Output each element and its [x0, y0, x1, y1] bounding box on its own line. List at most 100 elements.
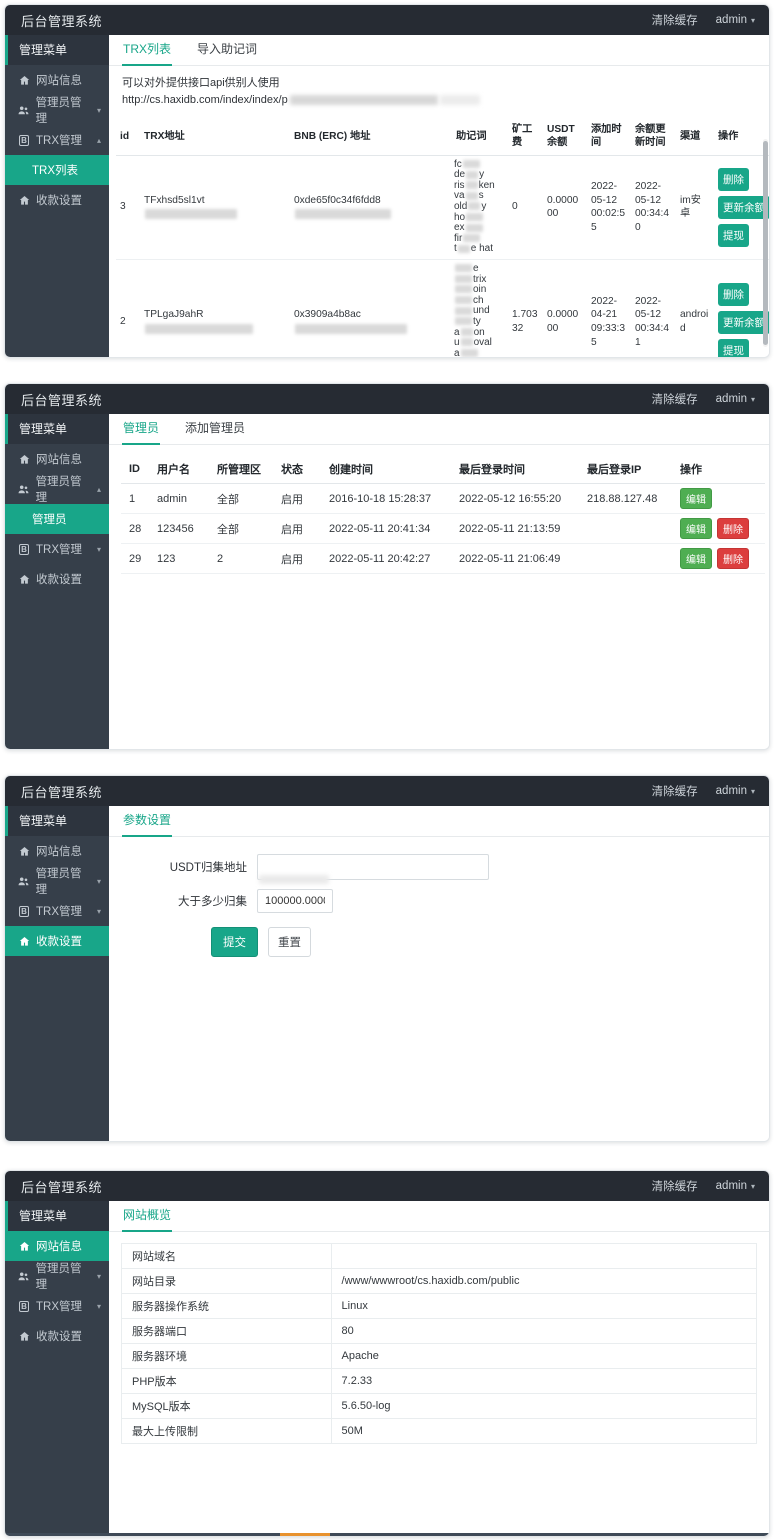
- scrollbar-thumb[interactable]: [763, 141, 768, 345]
- top-bar: 后台管理系统 清除缓存 admin▾: [5, 1171, 769, 1201]
- cell-actions: 编辑删除: [672, 514, 765, 544]
- app-title: 后台管理系统: [21, 1177, 102, 1196]
- sidebar-item-trx-management[interactable]: BTRX管理▾: [5, 896, 109, 926]
- edit-button[interactable]: 编辑: [680, 488, 712, 509]
- home-icon: [18, 454, 30, 465]
- users-icon: [18, 105, 30, 116]
- site-info-row: 服务器端口80: [122, 1319, 757, 1344]
- admin-table-row: 1admin全部启用2016-10-18 15:28:372022-05-12 …: [121, 484, 765, 514]
- sidebar-item-label: 管理员管理: [36, 473, 91, 505]
- screenshot-panel-trx-list: 后台管理系统清除缓存admin▾ 管理菜单网站信息管理员管理▾BTRX管理▴TR…: [4, 4, 770, 358]
- cell-bnb-address: 0x3909a4b8ac: [290, 259, 452, 357]
- caret-icon: ▾: [97, 907, 101, 916]
- tab-add-admin[interactable]: 添加管理员: [184, 414, 246, 445]
- cell-last-login-time: 2022-05-11 21:06:49: [451, 544, 579, 574]
- delete-button[interactable]: 删除: [717, 548, 749, 569]
- tab-bar: 参数设置: [109, 806, 769, 837]
- user-menu[interactable]: admin▾: [716, 1180, 755, 1192]
- sidebar: 管理菜单网站信息管理员管理▾BTRX管理▴TRX列表收款设置: [5, 35, 109, 357]
- sidebar-item-admin-management[interactable]: 管理员管理▾: [5, 95, 109, 125]
- page: 后台管理系统清除缓存admin▾ 管理菜单网站信息管理员管理▾BTRX管理▴TR…: [0, 4, 774, 1537]
- sidebar-item-trx-management[interactable]: BTRX管理▾: [5, 1291, 109, 1321]
- cell-managed-region: 2: [209, 544, 273, 574]
- sidebar-item-trx-management[interactable]: BTRX管理▴: [5, 125, 109, 155]
- sidebar-item-collection-settings[interactable]: 收款设置: [5, 564, 109, 594]
- sidebar-item-trx-list[interactable]: TRX列表: [5, 155, 109, 185]
- cell-channel: im安卓: [676, 155, 714, 259]
- home-icon: [18, 1241, 30, 1252]
- sidebar-item-collection-settings[interactable]: 收款设置: [5, 1321, 109, 1351]
- tab-admins[interactable]: 管理员: [122, 414, 160, 445]
- tab-site-overview[interactable]: 网站概览: [122, 1201, 172, 1232]
- cell-managed-region: 全部: [209, 514, 273, 544]
- caret-down-icon: ▾: [751, 395, 755, 404]
- redacted-url-tail: [440, 95, 480, 105]
- tab-trx-list[interactable]: TRX列表: [122, 35, 172, 66]
- bitcoin-icon: B: [18, 1301, 30, 1312]
- column-header: 渠道: [676, 118, 714, 155]
- sidebar-item-collection-settings[interactable]: 收款设置: [5, 926, 109, 956]
- update-balance-button[interactable]: 更新余额: [718, 311, 769, 334]
- clear-cache-link[interactable]: 清除缓存: [652, 391, 698, 407]
- cell-status: 启用: [273, 544, 321, 574]
- withdraw-button[interactable]: 提现: [718, 339, 749, 357]
- sidebar-item-collection-settings[interactable]: 收款设置: [5, 185, 109, 215]
- cell-property-name: 服务器环境: [122, 1344, 332, 1369]
- user-menu[interactable]: admin▾: [716, 785, 755, 797]
- sidebar-item-admin-management[interactable]: 管理员管理▾: [5, 866, 109, 896]
- user-menu[interactable]: admin▾: [716, 14, 755, 26]
- trx-table: idTRX地址BNB (ERC) 地址助记词矿工费USDT余额添加时间余额更新时…: [116, 118, 769, 357]
- sidebar-item-site-info[interactable]: 网站信息: [5, 65, 109, 95]
- column-header: 矿工费: [508, 118, 543, 155]
- sidebar-item-site-info[interactable]: 网站信息: [5, 836, 109, 866]
- delete-button[interactable]: 删除: [718, 168, 749, 191]
- cell-property-value: 5.6.50-log: [331, 1394, 756, 1419]
- redacted-text: [455, 307, 472, 315]
- delete-button[interactable]: 删除: [717, 518, 749, 539]
- cell-actions: 编辑: [672, 484, 765, 514]
- sidebar-item-site-info[interactable]: 网站信息: [5, 444, 109, 474]
- reset-button[interactable]: 重置: [268, 927, 311, 957]
- tab-import-mnemonic[interactable]: 导入助记词: [196, 35, 258, 66]
- withdraw-button[interactable]: 提现: [718, 224, 749, 247]
- submit-button[interactable]: 提交: [211, 927, 258, 957]
- scrollbar[interactable]: [763, 139, 768, 347]
- redacted-text: [468, 202, 480, 210]
- top-bar: 后台管理系统清除缓存admin▾: [5, 5, 769, 35]
- cell-trx-address: TFxhsd5sl1vt: [140, 155, 290, 259]
- sidebar-item-site-info[interactable]: 网站信息: [5, 1231, 109, 1261]
- edit-button[interactable]: 编辑: [680, 518, 712, 539]
- redacted-text: [461, 328, 473, 336]
- redacted-text: [461, 349, 478, 357]
- cell-balance-updated-time: 2022-05-12 00:34:41: [631, 259, 676, 357]
- cell-mnemonic: fcdeyriskenvasoldyhoexfirte hat: [452, 155, 508, 259]
- caret-icon: ▴: [97, 485, 101, 494]
- tab-parameter-settings[interactable]: 参数设置: [122, 806, 172, 837]
- sidebar-item-trx-management[interactable]: BTRX管理▾: [5, 534, 109, 564]
- sidebar-item-label: 收款设置: [36, 1328, 82, 1344]
- cell-username: 123456: [149, 514, 209, 544]
- update-balance-button[interactable]: 更新余额: [718, 196, 769, 219]
- clear-cache-link[interactable]: 清除缓存: [652, 783, 698, 799]
- cell-property-name: 服务器操作系统: [122, 1294, 332, 1319]
- collect-threshold-input[interactable]: [257, 889, 333, 913]
- clear-cache-link[interactable]: 清除缓存: [652, 1178, 698, 1194]
- user-menu[interactable]: admin▾: [716, 393, 755, 405]
- sidebar-item-admin-management[interactable]: 管理员管理▾: [5, 1261, 109, 1291]
- sidebar-item-admin-management[interactable]: 管理员管理 ▴: [5, 474, 109, 504]
- clear-cache-link[interactable]: 清除缓存: [652, 12, 698, 28]
- redacted-text: [463, 160, 480, 168]
- delete-button[interactable]: 删除: [718, 283, 749, 306]
- screenshot-panel-site-info: 后台管理系统清除缓存admin▾ 管理菜单网站信息管理员管理▾BTRX管理▾收款…: [4, 1170, 770, 1537]
- cell-username: admin: [149, 484, 209, 514]
- sidebar-item-admins[interactable]: 管理员: [5, 504, 109, 534]
- cell-status: 启用: [273, 484, 321, 514]
- bitcoin-icon: B: [18, 135, 30, 146]
- redacted-text: [145, 209, 237, 219]
- edit-button[interactable]: 编辑: [680, 548, 712, 569]
- column-header: 最后登录IP: [579, 455, 672, 484]
- column-header: BNB (ERC) 地址: [290, 118, 452, 155]
- cell-created-time: 2016-10-18 15:28:37: [321, 484, 451, 514]
- api-note-line1: 可以对外提供接口api供别人使用: [122, 75, 756, 92]
- column-header: 状态: [273, 455, 321, 484]
